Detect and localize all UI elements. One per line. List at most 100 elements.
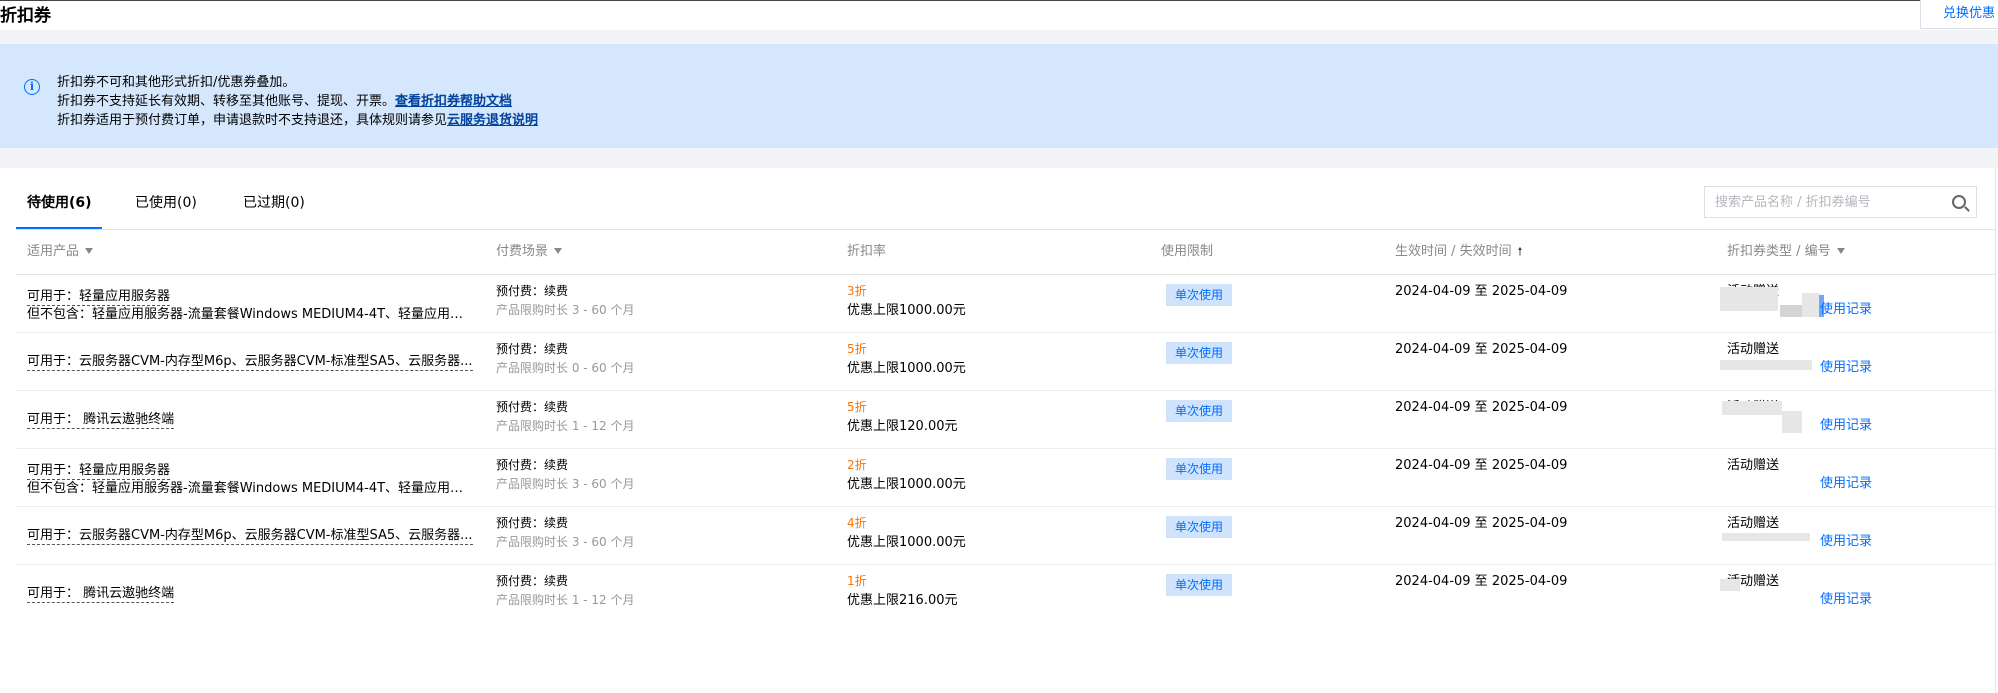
rate-cell: 4折 优惠上限1000.00元 — [847, 514, 966, 552]
product-cell: 可用于： 腾讯云遨驰终端 — [27, 585, 473, 603]
usage-limit-badge: 单次使用 — [1166, 458, 1233, 480]
payment-scene: 预付费：续费 — [496, 284, 569, 298]
usage-limit-badge: 单次使用 — [1166, 342, 1233, 364]
usage-limit-badge: 单次使用 — [1166, 400, 1233, 422]
discount-cap: 优惠上限1000.00元 — [847, 361, 966, 376]
redacted-coupon-id — [1720, 579, 1740, 591]
info-icon: i — [24, 79, 40, 95]
discount-cap: 优惠上限120.00元 — [847, 419, 958, 434]
coupon-type: 活动赠送 — [1727, 342, 1780, 357]
notice-line-1: 折扣券不可和其他形式折扣/优惠券叠加。 — [57, 75, 296, 90]
redacted-coupon-id — [1722, 533, 1810, 541]
coupon-type: 活动赠送 — [1727, 458, 1780, 473]
product-scope[interactable]: 可用于：云服务器CVM-内存型M6p、云服务器CVM-标准型SA5、云服务器..… — [27, 527, 473, 545]
product-cell: 可用于：云服务器CVM-内存型M6p、云服务器CVM-标准型SA5、云服务器..… — [27, 527, 473, 545]
discount-rate: 2折 — [847, 458, 867, 472]
product-cell: 可用于： 腾讯云遨驰终端 — [27, 411, 473, 429]
redacted-coupon-id — [1720, 287, 1778, 311]
table-row: 可用于：轻量应用服务器 但不包含：轻量应用服务器-流量套餐Windows MED… — [0, 449, 1996, 507]
usage-record-link[interactable]: 使用记录 — [1820, 475, 1872, 492]
payment-scene: 预付费：续费 — [496, 574, 569, 588]
column-header-type: 折扣券类型 / 编号 — [1727, 243, 1845, 261]
purchase-duration: 产品限购时长 0 - 60 个月 — [496, 361, 635, 375]
table-row: 可用于：云服务器CVM-内存型M6p、云服务器CVM-标准型SA5、云服务器..… — [0, 333, 1996, 391]
discount-rate: 5折 — [847, 400, 867, 414]
validity-period: 2024-04-09 至 2025-04-09 — [1395, 400, 1568, 415]
discount-rate: 1折 — [847, 574, 867, 588]
discount-cap: 优惠上限1000.00元 — [847, 477, 966, 492]
page-title: 折扣券 — [0, 6, 51, 26]
purchase-duration: 产品限购时长 1 - 12 个月 — [496, 419, 635, 433]
rate-cell: 1折 优惠上限216.00元 — [847, 572, 958, 610]
scene-cell: 预付费：续费 产品限购时长 3 - 60 个月 — [496, 282, 635, 320]
help-doc-link[interactable]: 查看折扣券帮助文档 — [395, 94, 512, 109]
search-input[interactable] — [1715, 192, 1935, 212]
filter-icon[interactable] — [1836, 247, 1845, 254]
usage-limit-badge: 单次使用 — [1166, 574, 1233, 596]
search-icon[interactable] — [1952, 195, 1966, 209]
notice-line-2-text: 折扣券不支持延长有效期、转移至其他账号、提现、开票。 — [57, 94, 396, 109]
tab-pending[interactable]: 待使用(6) — [27, 193, 92, 213]
refund-policy-link[interactable]: 云服务退货说明 — [447, 113, 538, 128]
table-row: 可用于： 腾讯云遨驰终端 预付费：续费 产品限购时长 1 - 12 个月 1折 … — [0, 565, 1996, 623]
redacted-coupon-id — [1780, 305, 1802, 317]
usage-record-link[interactable]: 使用记录 — [1820, 417, 1872, 434]
sort-up-icon[interactable]: 🠕 — [1518, 243, 1523, 261]
purchase-duration: 产品限购时长 1 - 12 个月 — [496, 593, 635, 607]
product-cell: 可用于：云服务器CVM-内存型M6p、云服务器CVM-标准型SA5、云服务器..… — [27, 353, 473, 371]
rate-cell: 5折 优惠上限120.00元 — [847, 398, 958, 436]
redacted-coupon-id — [1782, 411, 1802, 433]
validity-period: 2024-04-09 至 2025-04-09 — [1395, 458, 1568, 473]
scene-cell: 预付费：续费 产品限购时长 0 - 60 个月 — [496, 340, 635, 378]
product-exclusion: 但不包含：轻量应用服务器-流量套餐Windows MEDIUM4-4T、轻量应用… — [27, 481, 473, 496]
scene-cell: 预付费：续费 产品限购时长 3 - 60 个月 — [496, 514, 635, 552]
scene-cell: 预付费：续费 产品限购时长 3 - 60 个月 — [496, 456, 635, 494]
column-header-product: 适用产品 — [27, 243, 94, 261]
scene-cell: 预付费：续费 产品限购时长 1 - 12 个月 — [496, 572, 635, 610]
product-scope[interactable]: 可用于：轻量应用服务器 — [27, 462, 171, 480]
redacted-coupon-id — [1722, 401, 1782, 415]
product-scope[interactable]: 可用于：云服务器CVM-内存型M6p、云服务器CVM-标准型SA5、云服务器..… — [27, 353, 473, 371]
tab-expired[interactable]: 已过期(0) — [243, 193, 305, 213]
purchase-duration: 产品限购时长 3 - 60 个月 — [496, 303, 635, 317]
usage-record-link[interactable]: 使用记录 — [1820, 359, 1872, 376]
usage-record-link[interactable]: 使用记录 — [1820, 301, 1872, 318]
discount-rate: 3折 — [847, 284, 867, 298]
product-scope[interactable]: 可用于： 腾讯云遨驰终端 — [27, 411, 175, 429]
product-scope[interactable]: 可用于：轻量应用服务器 — [27, 288, 171, 306]
rate-cell: 5折 优惠上限1000.00元 — [847, 340, 966, 378]
discount-rate: 4折 — [847, 516, 867, 530]
usage-limit-badge: 单次使用 — [1166, 284, 1233, 306]
column-header-scene: 付费场景 — [496, 243, 563, 261]
payment-scene: 预付费：续费 — [496, 342, 569, 356]
filter-icon[interactable] — [554, 247, 563, 254]
payment-scene: 预付费：续费 — [496, 516, 569, 530]
usage-record-link[interactable]: 使用记录 — [1820, 591, 1872, 608]
redacted-coupon-id — [1720, 360, 1812, 370]
redeem-button[interactable]: 兑换优惠 — [1920, 0, 1998, 29]
search-box — [1704, 186, 1977, 218]
discount-rate: 5折 — [847, 342, 867, 356]
column-header-scene-label: 付费场景 — [496, 244, 549, 259]
top-border — [0, 0, 1998, 1]
tab-used[interactable]: 已使用(0) — [135, 193, 197, 213]
discount-cap: 优惠上限1000.00元 — [847, 535, 966, 550]
usage-limit-badge: 单次使用 — [1166, 516, 1233, 538]
table-row: 可用于：轻量应用服务器 但不包含：轻量应用服务器-流量套餐Windows MED… — [0, 275, 1996, 333]
discount-cap: 优惠上限216.00元 — [847, 593, 958, 608]
column-header-limit: 使用限制 — [1161, 244, 1214, 259]
payment-scene: 预付费：续费 — [496, 458, 569, 472]
notice-line-3-text: 折扣券适用于预付费订单，申请退款时不支持退还，具体规则请参见 — [57, 113, 448, 128]
usage-record-link[interactable]: 使用记录 — [1820, 533, 1872, 550]
discount-cap: 优惠上限1000.00元 — [847, 303, 966, 318]
filter-icon[interactable] — [85, 247, 94, 254]
validity-period: 2024-04-09 至 2025-04-09 — [1395, 284, 1568, 299]
coupon-panel: 待使用(6) 已使用(0) 已过期(0) 适用产品 付费场景 折扣率 使用限制 … — [0, 168, 1996, 693]
notice-line-3: 折扣券适用于预付费订单，申请退款时不支持退还，具体规则请参见云服务退货说明 — [57, 112, 538, 130]
column-header-product-label: 适用产品 — [27, 244, 80, 259]
product-scope[interactable]: 可用于： 腾讯云遨驰终端 — [27, 585, 175, 603]
scene-cell: 预付费：续费 产品限购时长 1 - 12 个月 — [496, 398, 635, 436]
validity-period: 2024-04-09 至 2025-04-09 — [1395, 342, 1568, 357]
column-header-rate: 折扣率 — [847, 244, 887, 259]
validity-period: 2024-04-09 至 2025-04-09 — [1395, 516, 1568, 531]
